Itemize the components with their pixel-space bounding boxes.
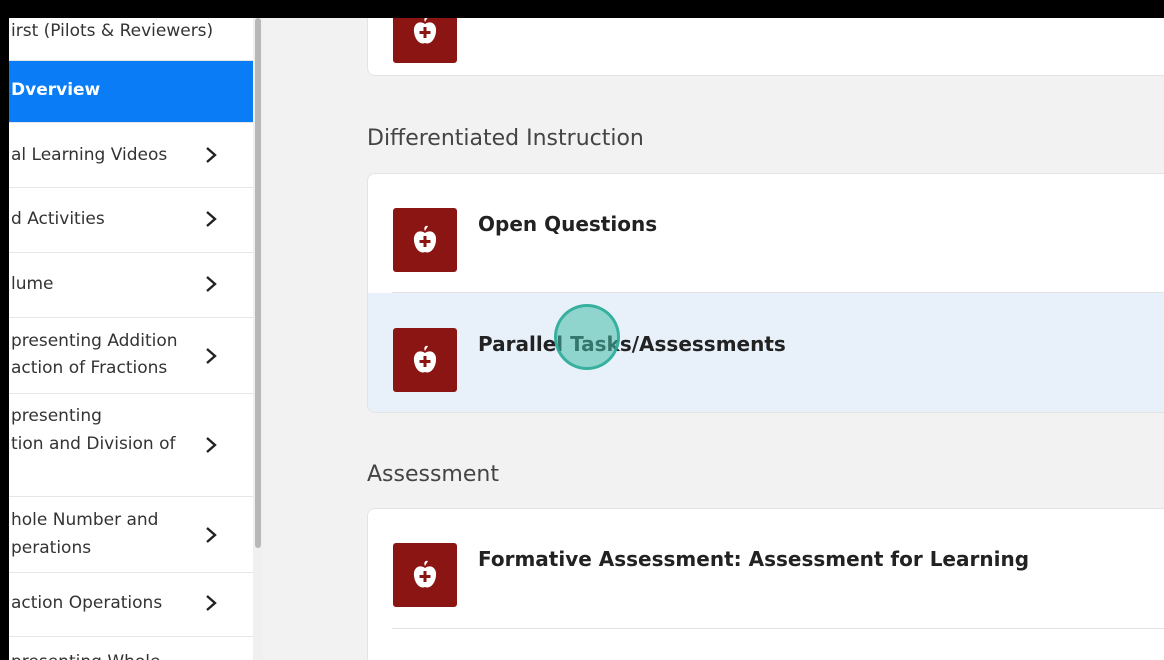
sidebar-item-label: presenting Whole [11,649,160,660]
chevron-right-icon [204,274,218,294]
sidebar-item-label: d Activities [11,209,105,229]
sidebar-item-learning-videos[interactable]: al Learning Videos [9,123,253,188]
sidebar-item-representing-multiplication[interactable]: presenting tion and Division of [9,394,253,497]
app-frame: irst (Pilots & Reviewers) Dverview al Le… [9,18,1164,660]
sidebar-item-label: presenting [11,406,102,426]
resource-row-open-questions[interactable]: Open Questions [368,174,1164,294]
chevron-right-icon [204,145,218,165]
click-indicator [554,304,620,370]
chevron-right-icon [204,435,218,455]
resource-title[interactable]: Parallel Tasks/Assessments [478,332,786,356]
apple-plus-icon [393,208,457,272]
resource-row-parallel-tasks[interactable]: Parallel Tasks/Assessments [368,293,1164,412]
sidebar-item-label: lume [11,274,54,294]
sidebar-item-representing-whole[interactable]: presenting Whole [9,637,253,660]
sidebar-item-overview[interactable]: Dverview [9,61,253,123]
sidebar-item-label: irst (Pilots & Reviewers) [11,21,214,41]
resource-card-differentiated: Open Questions Parallel Tasks/Assessment… [367,173,1164,413]
chevron-right-icon [204,346,218,366]
sidebar-item-label: action Operations [11,593,163,613]
row-divider [392,628,1164,629]
sidebar-item-activities[interactable]: d Activities [9,188,253,253]
sidebar-item-fraction-operations[interactable]: action Operations [9,573,253,637]
sidebar-item-label-line2: action of Fractions [11,358,168,378]
resource-row-formative-assessment[interactable]: Formative Assessment: Assessment for Lea… [368,509,1164,629]
sidebar-item-label: presenting Addition [11,331,178,351]
scrollbar-thumb[interactable] [255,18,261,548]
apple-plus-icon[interactable] [393,18,457,63]
section-heading-assessment: Assessment [367,462,499,487]
sidebar-item-label-line2: perations [11,538,92,558]
sidebar-scrollbar[interactable] [253,18,263,660]
sidebar: irst (Pilots & Reviewers) Dverview al Le… [9,18,253,660]
section-heading-differentiated-instruction: Differentiated Instruction [367,126,644,151]
chevron-right-icon [204,593,218,613]
apple-plus-icon [393,328,457,392]
chevron-right-icon [204,209,218,229]
resource-title[interactable]: Open Questions [478,212,657,236]
sidebar-item-whole-number-operations[interactable]: hole Number and perations [9,497,253,573]
chevron-right-icon [204,525,218,545]
sidebar-item-label: al Learning Videos [11,145,168,165]
sidebar-item-volume[interactable]: lume [9,253,253,318]
sidebar-item-representing-addition[interactable]: presenting Addition action of Fractions [9,318,253,394]
resource-card-assessment: Formative Assessment: Assessment for Lea… [367,508,1164,660]
sidebar-item-label: hole Number and [11,510,159,530]
sidebar-item-first[interactable]: irst (Pilots & Reviewers) [9,18,253,61]
sidebar-item-label: Dverview [11,80,101,100]
apple-plus-icon [393,543,457,607]
sidebar-item-label-line2: tion and Division of [11,434,176,454]
resource-card-top [367,18,1164,76]
resource-title[interactable]: Formative Assessment: Assessment for Lea… [478,547,1029,571]
